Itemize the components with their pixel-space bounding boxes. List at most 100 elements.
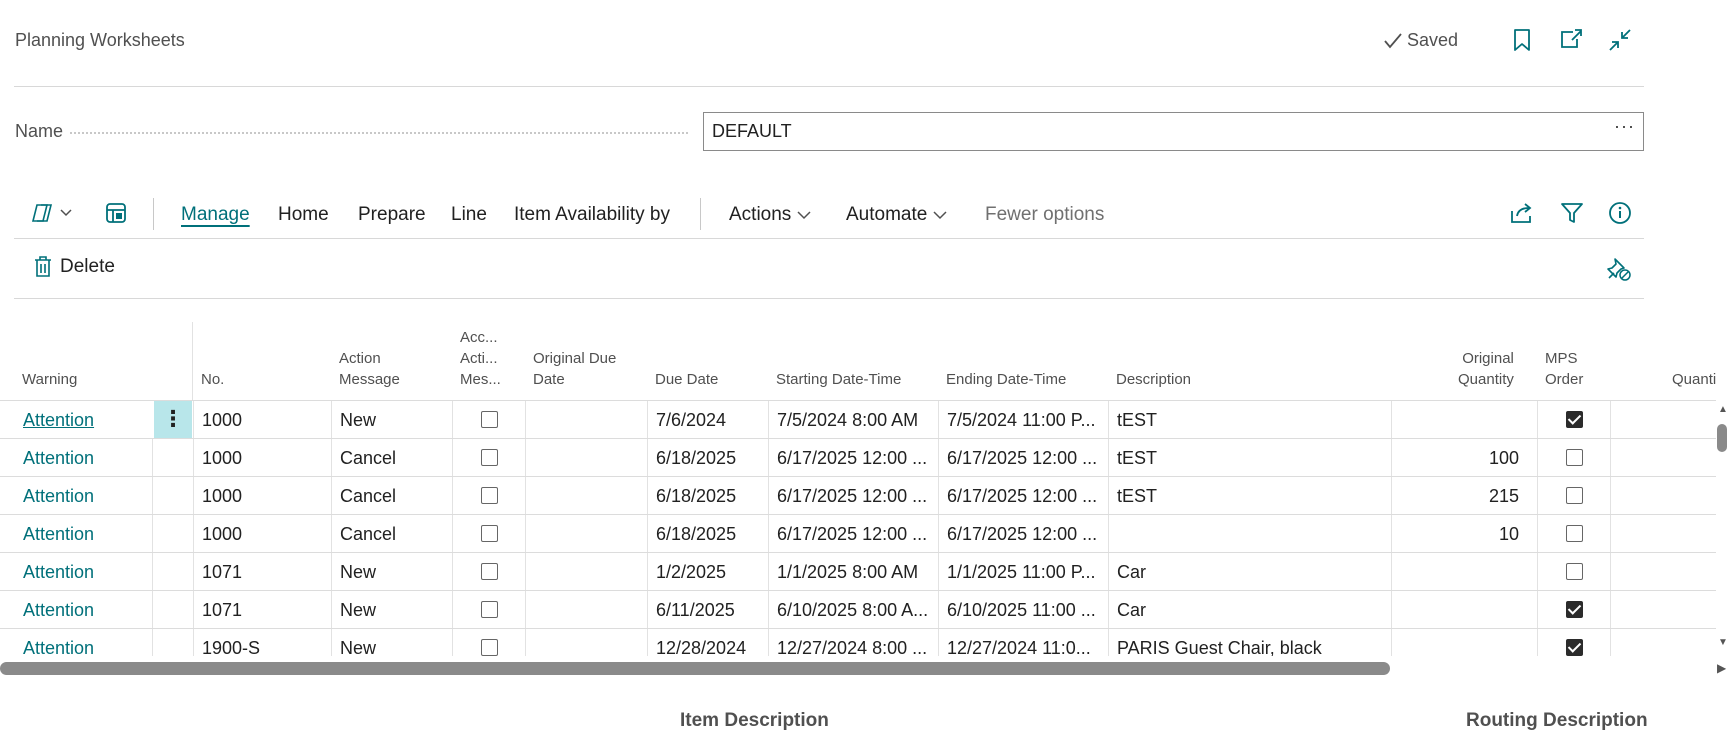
warning-cell[interactable]: Attention [15,477,152,515]
original-due-date-cell[interactable] [525,401,647,439]
accept-action-message-checkbox[interactable] [481,449,498,466]
no-cell[interactable]: 1071 [193,591,331,629]
warning-link[interactable]: Attention [23,638,94,656]
due-date-cell[interactable]: 6/18/2025 [647,515,768,553]
action-message-cell[interactable]: New [331,401,452,439]
warning-cell[interactable]: Attention [15,591,152,629]
starting-date-time-cell[interactable]: 1/1/2025 8:00 AM [768,553,938,591]
action-message-cell[interactable]: Cancel [331,439,452,477]
accept-action-message-checkbox[interactable] [481,639,498,656]
warning-link[interactable]: Attention [23,524,94,544]
table-row[interactable]: Attention 1071 New 1/2/2025 1/1/2025 8:0… [0,552,1716,591]
vertical-scrollbar-thumb[interactable] [1717,424,1727,452]
mps-order-checkbox[interactable] [1566,639,1583,656]
no-cell[interactable]: 1000 [193,401,331,439]
table-row[interactable]: Attention 1071 New 6/11/2025 6/10/2025 8… [0,590,1716,629]
original-due-date-cell[interactable] [525,591,647,629]
warning-link[interactable]: Attention [23,448,94,468]
fewer-options-button[interactable]: Fewer options [985,204,1104,226]
column-header-action-message[interactable]: Action Message [339,348,400,390]
table-row[interactable]: Attention 1000 Cancel 6/18/2025 6/17/202… [0,438,1716,477]
no-cell[interactable]: 1000 [193,515,331,553]
scroll-right-arrow[interactable]: ▶ [1717,661,1726,675]
tab-manage[interactable]: Manage [181,204,250,226]
ending-date-time-cell[interactable]: 7/5/2024 11:00 P... [938,401,1108,439]
action-message-cell[interactable]: New [331,629,452,656]
original-quantity-cell[interactable]: 100 [1391,439,1537,477]
warning-link[interactable]: Attention [23,410,94,430]
no-cell[interactable]: 1900-S [193,629,331,656]
warning-cell[interactable]: Attention [15,515,152,553]
quantity-cell[interactable] [1610,629,1716,656]
column-header-quantity[interactable]: Quantity [1672,369,1716,390]
ending-date-time-cell[interactable]: 6/17/2025 12:00 ... [938,477,1108,515]
starting-date-time-cell[interactable]: 6/10/2025 8:00 A... [768,591,938,629]
layout-icon[interactable] [104,201,128,225]
starting-date-time-cell[interactable]: 6/17/2025 12:00 ... [768,477,938,515]
starting-date-time-cell[interactable]: 12/27/2024 8:00 ... [768,629,938,656]
warning-cell[interactable]: Attention [15,629,152,656]
row-menu-button[interactable]: ⋮ [154,401,192,439]
info-icon[interactable] [1608,201,1632,225]
mps-order-checkbox[interactable] [1566,411,1583,428]
no-cell[interactable]: 1000 [193,477,331,515]
original-quantity-cell[interactable]: 10 [1391,515,1537,553]
due-date-cell[interactable]: 7/6/2024 [647,401,768,439]
table-row[interactable]: Attention 1000 Cancel 6/18/2025 6/17/202… [0,514,1716,553]
warning-link[interactable]: Attention [23,562,94,582]
ending-date-time-cell[interactable]: 6/10/2025 11:00 ... [938,591,1108,629]
automate-menu[interactable]: Automate [846,204,947,226]
bookmark-icon[interactable] [1513,28,1531,52]
description-cell[interactable]: tEST [1108,401,1391,439]
horizontal-scrollbar-thumb[interactable] [0,662,1390,675]
starting-date-time-cell[interactable]: 6/17/2025 12:00 ... [768,439,938,477]
warning-cell[interactable]: Attention [15,439,152,477]
action-message-cell[interactable]: New [331,591,452,629]
ending-date-time-cell[interactable]: 6/17/2025 12:00 ... [938,515,1108,553]
warning-link[interactable]: Attention [23,486,94,506]
mps-order-checkbox[interactable] [1566,525,1583,542]
warning-link[interactable]: Attention [23,600,94,620]
description-cell[interactable]: Car [1108,553,1391,591]
scroll-down-arrow[interactable]: ▼ [1718,637,1728,648]
no-cell[interactable]: 1071 [193,553,331,591]
description-cell[interactable]: Car [1108,591,1391,629]
due-date-cell[interactable]: 12/28/2024 [647,629,768,656]
due-date-cell[interactable]: 1/2/2025 [647,553,768,591]
no-cell[interactable]: 1000 [193,439,331,477]
column-header-description[interactable]: Description [1116,369,1191,390]
ending-date-time-cell[interactable]: 12/27/2024 11:0... [938,629,1108,656]
filter-icon[interactable] [1560,201,1584,225]
mps-order-checkbox[interactable] [1566,487,1583,504]
quantity-cell[interactable] [1610,591,1716,629]
copilot-icon[interactable] [31,202,75,224]
quantity-cell[interactable] [1610,553,1716,591]
table-row[interactable]: Attention ⋮ 1000 New 7/6/2024 7/5/2024 8… [0,400,1716,439]
original-due-date-cell[interactable] [525,553,647,591]
original-quantity-cell[interactable] [1391,553,1537,591]
scroll-up-arrow[interactable]: ▲ [1718,404,1728,415]
description-cell[interactable]: tEST [1108,439,1391,477]
original-due-date-cell[interactable] [525,515,647,553]
name-input[interactable] [703,112,1644,151]
quantity-cell[interactable] [1610,515,1716,553]
tab-line[interactable]: Line [451,204,487,226]
description-cell[interactable]: PARIS Guest Chair, black [1108,629,1391,656]
open-new-window-icon[interactable] [1559,28,1583,50]
due-date-cell[interactable]: 6/11/2025 [647,591,768,629]
quantity-cell[interactable] [1610,477,1716,515]
table-row[interactable]: Attention 1000 Cancel 6/18/2025 6/17/202… [0,476,1716,515]
share-icon[interactable] [1509,201,1535,225]
delete-button[interactable]: Delete [34,256,115,278]
mps-order-checkbox[interactable] [1566,563,1583,580]
starting-date-time-cell[interactable]: 6/17/2025 12:00 ... [768,515,938,553]
accept-action-message-checkbox[interactable] [481,411,498,428]
collapse-icon[interactable] [1608,28,1632,52]
original-quantity-cell[interactable] [1391,591,1537,629]
original-quantity-cell[interactable] [1391,401,1537,439]
tab-item-availability-by[interactable]: Item Availability by [514,204,670,226]
accept-action-message-checkbox[interactable] [481,525,498,542]
column-header-accept-action-message[interactable]: Acc... Acti... Mes... [460,327,501,390]
original-due-date-cell[interactable] [525,477,647,515]
accept-action-message-checkbox[interactable] [481,563,498,580]
